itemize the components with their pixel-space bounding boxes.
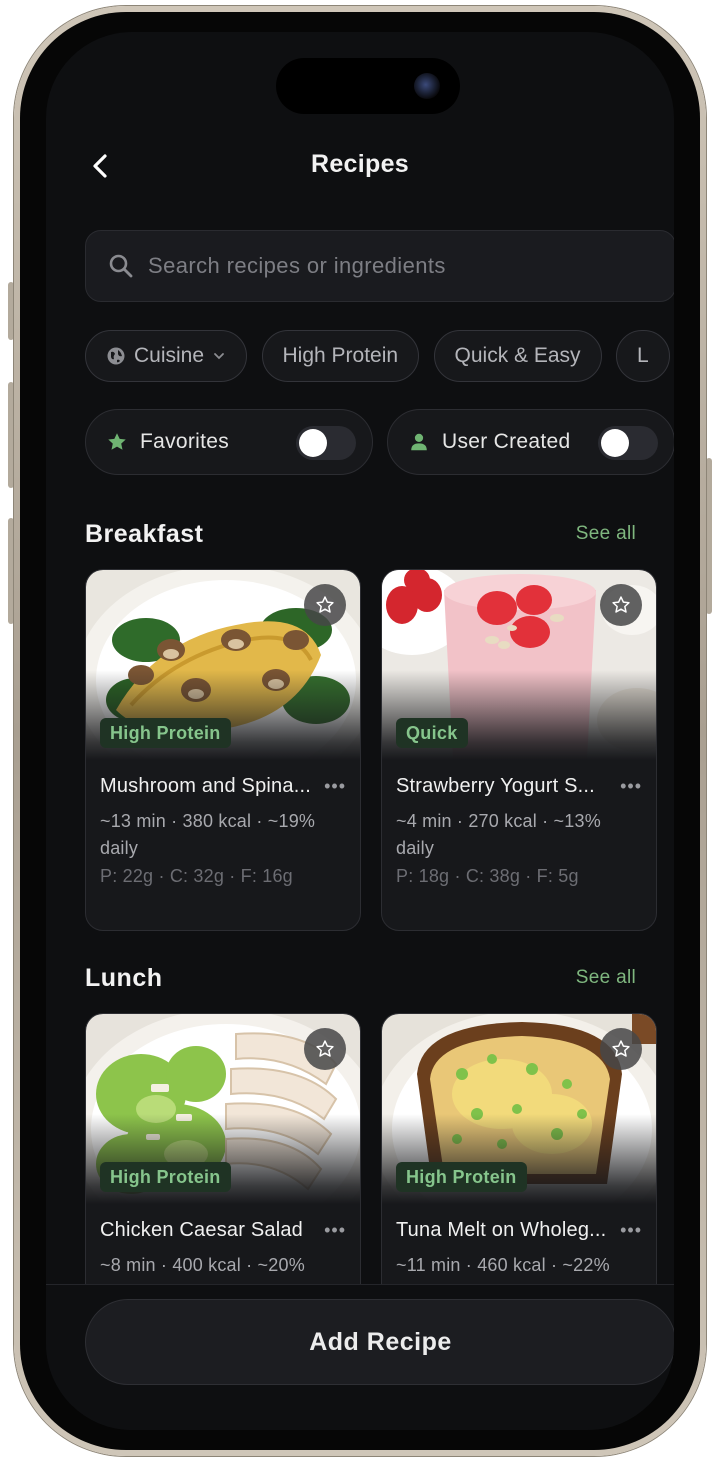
bottom-action-bar: Add Recipe xyxy=(46,1284,674,1430)
favorite-star-button[interactable] xyxy=(304,1028,346,1070)
recipe-name: Tuna Melt on Wholeg... xyxy=(396,1219,607,1241)
add-recipe-button[interactable]: Add Recipe xyxy=(85,1299,674,1385)
phone-bezel: Recipes Search recipes or ingredients Cu… xyxy=(20,12,700,1450)
recipe-card[interactable]: Quick Strawberry Yogurt S... ••• ~4 min … xyxy=(381,569,657,931)
more-options-icon[interactable]: ••• xyxy=(620,1220,642,1241)
favorite-star-button[interactable] xyxy=(600,584,642,626)
globe-icon xyxy=(106,346,126,366)
phone-frame: Recipes Search recipes or ingredients Cu… xyxy=(14,6,706,1456)
person-icon xyxy=(411,433,427,451)
chip-high-protein[interactable]: High Protein xyxy=(261,330,420,382)
recipe-tag: High Protein xyxy=(100,1162,231,1192)
recipe-name: Mushroom and Spina... xyxy=(100,775,311,797)
recipe-macros: P: 18g · C: 38g · F: 5g xyxy=(396,866,579,886)
user-created-switch[interactable] xyxy=(598,426,658,460)
camera-lens xyxy=(414,73,440,99)
recipe-tag: High Protein xyxy=(396,1162,527,1192)
star-outline-icon xyxy=(316,1040,334,1057)
chip-cuisine[interactable]: Cuisine xyxy=(85,330,248,382)
switch-knob xyxy=(299,429,327,457)
recipe-meta: ~4 min · 270 kcal · ~13% daily xyxy=(396,811,601,858)
chip-label: Cuisine xyxy=(134,344,205,367)
chip-partial[interactable]: L xyxy=(616,330,670,382)
recipe-tag: Quick xyxy=(396,718,468,748)
chevron-down-icon xyxy=(212,351,226,361)
page-title: Recipes xyxy=(311,150,409,178)
power-button xyxy=(706,458,712,614)
chip-label: L xyxy=(637,344,649,367)
star-outline-icon xyxy=(612,596,630,613)
star-outline-icon xyxy=(612,1040,630,1057)
recipe-name: Chicken Caesar Salad xyxy=(100,1219,303,1241)
search-icon xyxy=(109,254,133,278)
more-options-icon[interactable]: ••• xyxy=(620,776,642,797)
chip-label: High Protein xyxy=(282,344,399,367)
search-bar[interactable] xyxy=(85,230,674,302)
more-options-icon[interactable]: ••• xyxy=(324,776,346,797)
recipe-tag: High Protein xyxy=(100,718,231,748)
chip-label: Quick & Easy xyxy=(454,344,581,367)
app-screen: Recipes Search recipes or ingredients Cu… xyxy=(46,32,674,1430)
see-all-breakfast-link[interactable]: See all xyxy=(576,523,636,545)
see-all-lunch-link[interactable]: See all xyxy=(576,967,636,989)
user-created-label: User Created xyxy=(442,430,571,453)
more-options-icon[interactable]: ••• xyxy=(324,1220,346,1241)
favorites-toggle-card[interactable]: Favorites xyxy=(85,409,373,475)
recipe-macros: P: 22g · C: 32g · F: 16g xyxy=(100,866,293,886)
chip-quick-easy[interactable]: Quick & Easy xyxy=(433,330,602,382)
user-created-toggle-card[interactable]: User Created xyxy=(387,409,674,475)
favorites-label: Favorites xyxy=(140,430,230,453)
filter-chips-row[interactable]: Cuisine High Protein Quick & Easy L xyxy=(85,330,674,382)
favorite-star-button[interactable] xyxy=(600,1028,642,1070)
recipe-meta: ~13 min · 380 kcal · ~19% daily xyxy=(100,811,316,858)
star-icon xyxy=(108,433,126,450)
favorite-star-button[interactable] xyxy=(304,584,346,626)
star-outline-icon xyxy=(316,596,334,613)
switch-knob xyxy=(601,429,629,457)
favorites-switch[interactable] xyxy=(296,426,356,460)
recipe-card[interactable]: High Protein Mushroom and Spina... ••• ~… xyxy=(85,569,361,931)
section-title-breakfast: Breakfast xyxy=(85,520,204,548)
section-title-lunch: Lunch xyxy=(85,964,163,992)
recipe-name: Strawberry Yogurt S... xyxy=(396,775,595,797)
dynamic-island xyxy=(276,58,460,114)
search-input[interactable] xyxy=(148,253,628,279)
